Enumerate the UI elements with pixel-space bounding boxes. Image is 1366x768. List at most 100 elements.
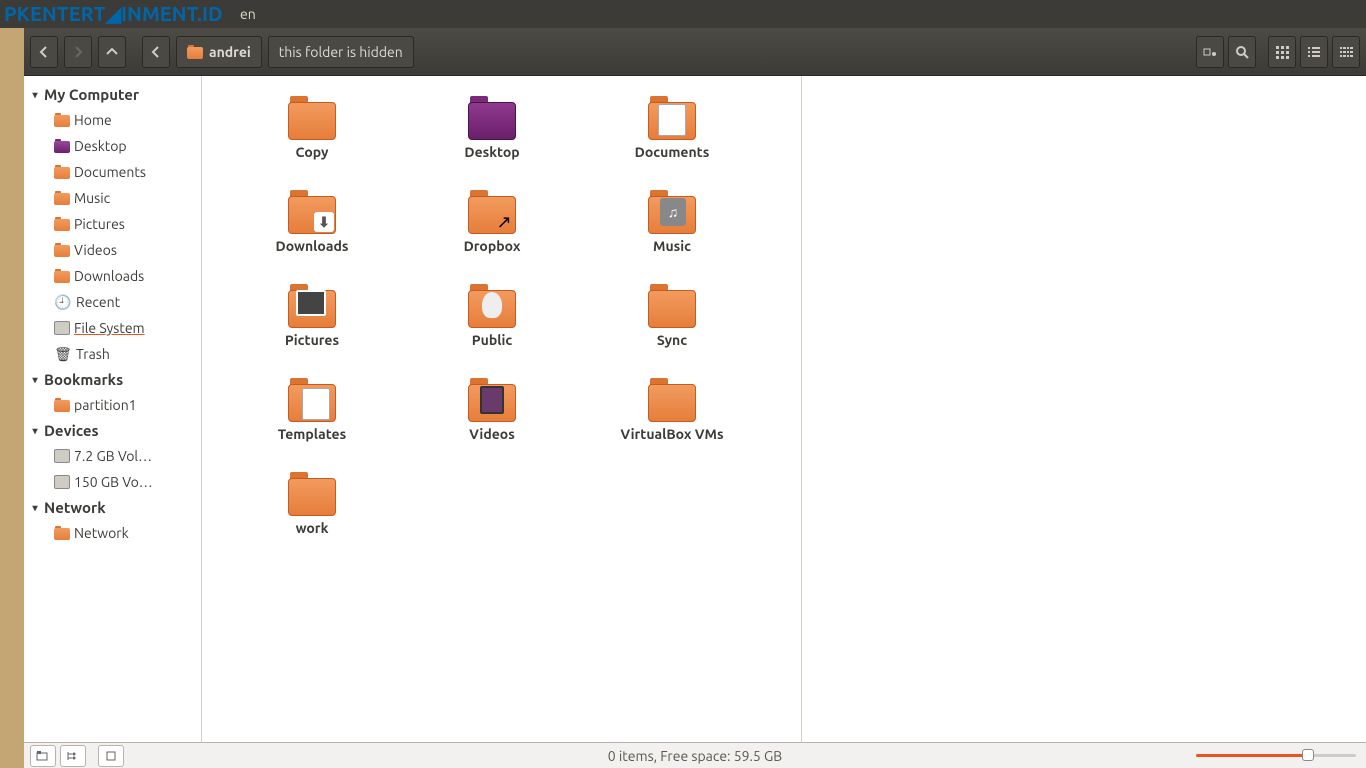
compact-view-button[interactable] (1332, 36, 1360, 68)
file-manager-window: andrei this folder is hidden ▾M (24, 28, 1366, 768)
folder-label: Public (472, 332, 512, 348)
up-button[interactable] (98, 36, 126, 68)
sidebar-item-videos[interactable]: Videos (24, 237, 201, 263)
statusbar: 0 items, Free space: 59.5 GB (24, 742, 1366, 768)
folder-icon (187, 45, 203, 59)
sidebar-item-7-2-gb-vol-[interactable]: 7.2 GB Vol… (24, 443, 201, 469)
recent-icon: 🕘 (54, 293, 72, 311)
sidebar-item-file-system[interactable]: File System (24, 315, 201, 341)
folder-pictures[interactable]: Pictures (222, 280, 402, 374)
sidebar-item-music[interactable]: Music (24, 185, 201, 211)
folder-icon: ♫ (646, 188, 698, 236)
folder-label: Sync (657, 332, 687, 348)
folder-sync[interactable]: Sync (582, 280, 762, 374)
folder-icon (54, 269, 70, 283)
sidebar-item-label: Home (74, 109, 112, 131)
trash-icon: 🗑 (54, 345, 72, 363)
sidebar-item-home[interactable]: Home (24, 107, 201, 133)
folder-icon (466, 94, 518, 142)
sidebar-item-label: 7.2 GB Vol… (74, 445, 152, 467)
sidebar-item-documents[interactable]: Documents (24, 159, 201, 185)
folder-icon (54, 165, 70, 179)
chevron-down-icon: ▾ (28, 89, 42, 101)
folder-copy[interactable]: Copy (222, 92, 402, 186)
folder-icon (466, 282, 518, 330)
sidebar-section-title: Bookmarks (44, 371, 123, 388)
breadcrumb-current-label: this folder is hidden (279, 44, 403, 60)
folder-icon (286, 376, 338, 424)
folder-icon (646, 376, 698, 424)
search-button[interactable] (1228, 36, 1256, 68)
zoom-slider[interactable] (1196, 754, 1356, 757)
folder-label: Desktop (464, 144, 519, 160)
sidebar-item-label: Desktop (74, 135, 127, 157)
folder-label: Dropbox (464, 238, 521, 254)
sidebar-item-label: Trash (76, 343, 110, 365)
places-toggle-button[interactable] (30, 745, 56, 767)
folder-icon (646, 282, 698, 330)
sidebar-section-header[interactable]: ▾Network (24, 495, 201, 520)
sidebar-item-label: Network (74, 522, 129, 544)
folder-music[interactable]: ♫Music (582, 186, 762, 280)
sidebar-item-recent[interactable]: 🕘Recent (24, 289, 201, 315)
path-back-button[interactable] (142, 36, 170, 68)
chevron-down-icon: ▾ (28, 502, 42, 514)
chevron-down-icon: ▾ (28, 374, 42, 386)
home-icon (54, 113, 70, 127)
folder-downloads[interactable]: ⬇Downloads (222, 186, 402, 280)
sidebar-item-150-gb-vo-[interactable]: 150 GB Vo… (24, 469, 201, 495)
chevron-down-icon: ▾ (28, 425, 42, 437)
sidebar-section-header[interactable]: ▾Devices (24, 418, 201, 443)
sidebar-item-label: File System (74, 317, 145, 339)
toggle-location-button[interactable] (1196, 36, 1224, 68)
list-view-button[interactable] (1300, 36, 1328, 68)
sidebar-item-label: Documents (74, 161, 146, 183)
folder-virtualbox-vms[interactable]: VirtualBox VMs (582, 374, 762, 468)
sidebar-item-downloads[interactable]: Downloads (24, 263, 201, 289)
sidebar-item-network[interactable]: Network (24, 520, 201, 546)
sidebar-item-desktop[interactable]: Desktop (24, 133, 201, 159)
forward-button[interactable] (64, 36, 92, 68)
status-text: 0 items, Free space: 59.5 GB (608, 748, 782, 764)
folder-templates[interactable]: Templates (222, 374, 402, 468)
folder-label: Downloads (276, 238, 349, 254)
sidebar-item-label: Pictures (74, 213, 125, 235)
sidebar-section-title: Devices (44, 422, 99, 439)
tree-toggle-button[interactable] (60, 745, 86, 767)
folder-icon (54, 243, 70, 257)
window-body: ▾My ComputerHome Desktop Documents Music Pic… (24, 76, 1366, 742)
folder-videos[interactable]: Videos (402, 374, 582, 468)
sidebar-item-label: Music (74, 187, 110, 209)
sidebar-item-label: 150 GB Vo… (74, 471, 153, 493)
sidebar-item-partition1[interactable]: partition1 (24, 392, 201, 418)
sidebar-item-pictures[interactable]: Pictures (24, 211, 201, 237)
sidebar-section-header[interactable]: ▾Bookmarks (24, 367, 201, 392)
folder-public[interactable]: Public (402, 280, 582, 374)
sidebar: ▾My ComputerHome Desktop Documents Music Pic… (24, 76, 202, 742)
back-button[interactable] (30, 36, 58, 68)
sidebar-item-label: Recent (76, 291, 120, 313)
folder-work[interactable]: work (222, 468, 402, 562)
folder-documents[interactable]: Documents (582, 92, 762, 186)
sidebar-item-trash[interactable]: 🗑Trash (24, 341, 201, 367)
folder-icon (54, 398, 70, 412)
sidebar-section-title: Network (44, 499, 106, 516)
folder-icon (466, 376, 518, 424)
icon-view-button[interactable] (1268, 36, 1296, 68)
breadcrumb-parent[interactable]: andrei (176, 36, 262, 68)
close-sidebar-button[interactable] (98, 745, 124, 767)
sidebar-section-header[interactable]: ▾My Computer (24, 82, 201, 107)
sidebar-item-label: partition1 (74, 394, 137, 416)
watermark-text: PKENTERT◢INMENT.ID (0, 0, 227, 28)
disk-icon (54, 321, 70, 335)
folder-label: VirtualBox VMs (620, 426, 723, 442)
folder-icon (646, 94, 698, 142)
folder-grid[interactable]: Copy Desktop Documents ⬇Downloads↗Dropbox♫M… (202, 76, 801, 742)
folder-icon (54, 526, 70, 540)
folder-desktop[interactable]: Desktop (402, 92, 582, 186)
breadcrumb-current[interactable]: this folder is hidden (268, 36, 414, 68)
breadcrumb-parent-label: andrei (209, 44, 251, 60)
sidebar-item-label: Downloads (74, 265, 144, 287)
folder-dropbox[interactable]: ↗Dropbox (402, 186, 582, 280)
folder-label: Videos (469, 426, 515, 442)
